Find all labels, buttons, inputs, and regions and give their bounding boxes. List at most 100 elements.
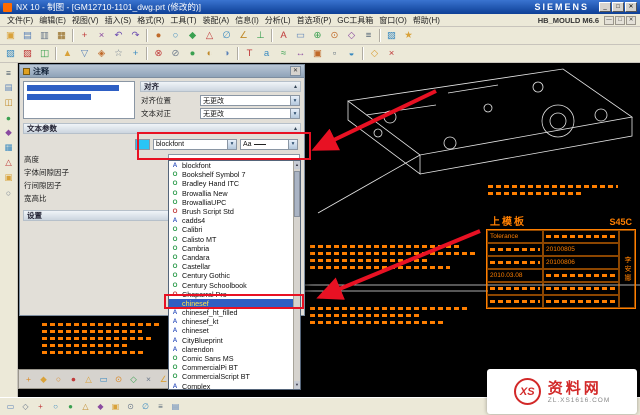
font-list-item[interactable]: Achinesef_ht_filled xyxy=(169,308,293,317)
left-tool-icon[interactable]: ▦ xyxy=(1,140,16,155)
toolbar-icon[interactable]: ↶ xyxy=(110,28,127,43)
toolbar-icon[interactable]: ◇ xyxy=(366,46,383,61)
toolbar-icon[interactable]: ▣ xyxy=(309,46,326,61)
toolbar-icon[interactable]: ⊕ xyxy=(309,28,326,43)
font-list-item[interactable]: OCentury Gothic xyxy=(169,271,293,280)
font-list-item[interactable]: Ablockfont xyxy=(169,161,293,170)
mdi-control-button[interactable]: □ xyxy=(615,16,625,25)
left-tool-icon[interactable]: ● xyxy=(1,110,16,125)
menu-item[interactable]: GC工具箱 xyxy=(334,15,376,26)
collapse-icon[interactable]: ▴ xyxy=(294,83,297,90)
status-tool-icon[interactable]: ▣ xyxy=(108,400,123,413)
font-list-item[interactable]: OCalibri xyxy=(169,225,293,234)
toolbar-icon[interactable]: ◫ xyxy=(36,46,53,61)
font-list-item[interactable]: Achinesef_kt xyxy=(169,317,293,326)
snap-icon[interactable]: × xyxy=(141,372,156,386)
snap-icon[interactable]: ◇ xyxy=(126,372,141,386)
toolbar-icon[interactable]: ○ xyxy=(167,28,184,43)
scrollbar-thumb[interactable] xyxy=(294,171,300,217)
chevron-down-icon[interactable]: ▾ xyxy=(290,109,299,118)
status-tool-icon[interactable]: ⊙ xyxy=(123,400,138,413)
toolbar-icon[interactable]: ⊗ xyxy=(150,46,167,61)
collapse-icon[interactable]: ▴ xyxy=(294,125,297,132)
toolbar-icon[interactable]: ▭ xyxy=(292,28,309,43)
snap-icon[interactable]: ● xyxy=(66,372,81,386)
window-control-button[interactable]: ✕ xyxy=(625,2,637,12)
toolbar-icon[interactable]: ⊙ xyxy=(326,28,343,43)
toolbar-icon[interactable]: △ xyxy=(201,28,218,43)
snap-icon[interactable]: ▭ xyxy=(96,372,111,386)
window-control-button[interactable]: _ xyxy=(599,2,611,12)
font-list-item[interactable]: OCommercialPi BT xyxy=(169,363,293,372)
menu-item[interactable]: 工具(T) xyxy=(167,15,199,26)
font-list-item[interactable]: OBrush Script Std xyxy=(169,207,293,216)
left-tool-icon[interactable]: ◫ xyxy=(1,95,16,110)
toolbar-icon[interactable]: ⊘ xyxy=(167,46,184,61)
font-list-item[interactable]: OCentury Schoolbook xyxy=(169,280,293,289)
font-list-scrollbar[interactable]: ▲ ▼ xyxy=(293,161,300,389)
menu-item[interactable]: 首选项(P) xyxy=(294,15,335,26)
font-list-item[interactable]: AComplex xyxy=(169,382,293,390)
left-tool-icon[interactable]: ▤ xyxy=(1,80,16,95)
toolbar-icon[interactable]: ∠ xyxy=(235,28,252,43)
status-tool-icon[interactable]: ◇ xyxy=(18,400,33,413)
left-tool-icon[interactable]: ≡ xyxy=(1,65,16,80)
toolbar-icon[interactable]: ● xyxy=(184,46,201,61)
toolbar-icon[interactable]: ◆ xyxy=(184,28,201,43)
menu-item[interactable]: 装配(A) xyxy=(200,15,233,26)
drawing-canvas[interactable]: 上模板 S45C Tolerance 李安娜 20100805 20100806… xyxy=(18,63,640,397)
toolbar-icon[interactable]: ⊥ xyxy=(252,28,269,43)
font-list-item[interactable]: OBrowalliaUPC xyxy=(169,198,293,207)
font-list-item[interactable]: OCastellar xyxy=(169,262,293,271)
note-dialog-header[interactable]: 注释 ✕ xyxy=(20,65,304,78)
scroll-down-icon[interactable]: ▼ xyxy=(294,381,300,389)
toolbar-icon[interactable]: ↷ xyxy=(127,28,144,43)
toolbar-icon[interactable]: ▧ xyxy=(2,46,19,61)
status-tool-icon[interactable]: △ xyxy=(78,400,93,413)
menu-item[interactable]: 视图(V) xyxy=(69,15,102,26)
toolbar-icon[interactable]: ◑ xyxy=(218,46,235,61)
font-list-item[interactable]: Achineset xyxy=(169,326,293,335)
menu-item[interactable]: 插入(S) xyxy=(102,15,135,26)
status-tool-icon[interactable]: + xyxy=(33,400,48,413)
toolbar-icon[interactable]: ▽ xyxy=(76,46,93,61)
left-tool-icon[interactable]: ○ xyxy=(1,185,16,200)
menu-item[interactable]: 帮助(H) xyxy=(410,15,443,26)
font-list-item[interactable]: OBrowallia New xyxy=(169,189,293,198)
toolbar-icon[interactable]: ◒ xyxy=(343,46,360,61)
toolbar-icon[interactable]: ▦ xyxy=(53,28,70,43)
toolbar-icon[interactable]: ▲ xyxy=(59,46,76,61)
status-tool-icon[interactable]: ▭ xyxy=(3,400,18,413)
font-list-item[interactable]: OBookshelf Symbol 7 xyxy=(169,170,293,179)
toolbar-icon[interactable]: ≡ xyxy=(360,28,377,43)
toolbar-icon[interactable]: ● xyxy=(150,28,167,43)
toolbar-icon[interactable]: × xyxy=(93,28,110,43)
toolbar-icon[interactable]: ▨ xyxy=(19,46,36,61)
toolbar-icon[interactable]: ▫ xyxy=(326,46,343,61)
toolbar-icon[interactable]: ▤ xyxy=(19,28,36,43)
snap-icon[interactable]: ◆ xyxy=(36,372,51,386)
font-list-item[interactable]: OCalisto MT xyxy=(169,235,293,244)
font-list-item[interactable]: OCambria xyxy=(169,244,293,253)
snap-icon[interactable]: ○ xyxy=(51,372,66,386)
toolbar-icon[interactable]: + xyxy=(127,46,144,61)
font-list-item[interactable]: ACityBlueprint xyxy=(169,336,293,345)
left-tool-icon[interactable]: ◆ xyxy=(1,125,16,140)
menu-item[interactable]: 文件(F) xyxy=(4,15,36,26)
menu-item[interactable]: 格式(R) xyxy=(134,15,167,26)
toolbar-icon[interactable]: × xyxy=(383,46,400,61)
left-tool-icon[interactable]: ▣ xyxy=(1,170,16,185)
toolbar-icon[interactable]: ▥ xyxy=(36,28,53,43)
font-list-item[interactable]: OCommercialScript BT xyxy=(169,372,293,381)
menu-item[interactable]: 分析(L) xyxy=(262,15,294,26)
toolbar-icon[interactable]: A xyxy=(275,28,292,43)
toolbar-icon[interactable]: ∅ xyxy=(218,28,235,43)
align-row-combo[interactable]: 无更改▾ xyxy=(200,95,300,106)
toolbar-icon[interactable]: ▧ xyxy=(383,28,400,43)
status-tool-icon[interactable]: ◆ xyxy=(93,400,108,413)
font-list-item[interactable]: OBradley Hand ITC xyxy=(169,179,293,188)
window-control-button[interactable]: □ xyxy=(612,2,624,12)
menu-item[interactable]: 信息(I) xyxy=(232,15,262,26)
toolbar-icon[interactable]: ☆ xyxy=(110,46,127,61)
chevron-down-icon[interactable]: ▾ xyxy=(290,96,299,105)
